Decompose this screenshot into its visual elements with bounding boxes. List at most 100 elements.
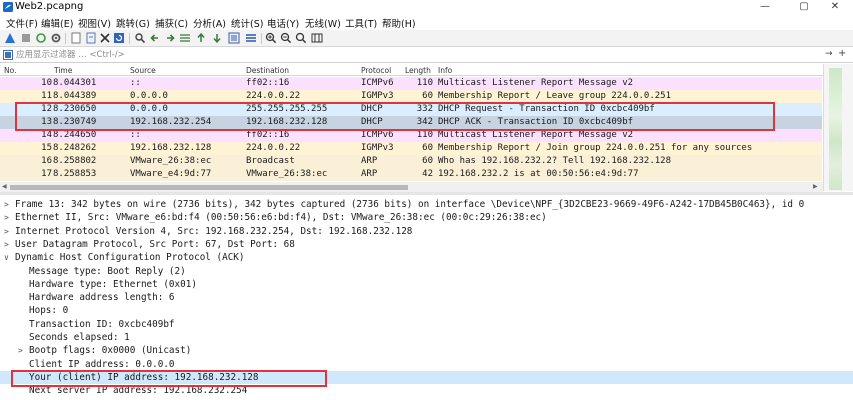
save-file-icon[interactable] [85,32,97,44]
detail-row[interactable]: Hardware address length: 6 [0,291,853,304]
detail-text: Client IP address: 0.0.0.0 [29,358,175,370]
detail-row[interactable]: Next server IP address: 192.168.232.254 [0,384,853,397]
packet-row[interactable]: 11 8.044389 0.0.0.0 224.0.0.22 IGMPv3 60 Membe… [0,90,822,103]
zoom-in-icon[interactable] [265,32,277,44]
menu-analyze[interactable]: 分析(A) [193,16,226,30]
packet-row[interactable]: 12 8.230650 0.0.0.0 255.255.255.255 DHCP 332 D… [0,103,822,116]
close-window-button[interactable]: ✕ [817,0,853,15]
apply-filter-arrow-icon[interactable]: → [825,49,833,59]
packet-row[interactable]: 16 8.258802 VMware_26:38:ec Broadcast ARP 60 W… [0,155,822,168]
expand-arrow-icon[interactable]: > [4,198,9,211]
packet-no: 16 [41,156,52,166]
menu-wireless[interactable]: 无线(W) [305,16,341,30]
detail-row[interactable]: > User Datagram Protocol, Src Port: 67, D… [0,238,853,251]
expand-arrow-icon[interactable]: > [4,211,9,224]
detail-row[interactable]: Your (client) IP address: 192.168.232.12… [0,370,853,384]
packet-list-horizontal-scrollbar[interactable]: ◀ ▶ [0,182,823,192]
close-file-icon[interactable] [99,32,111,44]
packet-info: Multicast Listener Report Message v2 [438,130,634,140]
zoom-out-icon[interactable] [280,32,292,44]
detail-row[interactable]: ∨ Dynamic Host Configuration Protocol (AC… [0,251,853,264]
detail-row[interactable]: Transaction ID: 0xcbc409bf [0,318,853,331]
packet-no: 13 [41,117,52,127]
go-first-icon[interactable] [195,32,207,44]
column-header-no[interactable]: No. [4,66,16,75]
detail-row[interactable]: Seconds elapsed: 1 [0,331,853,344]
open-file-icon[interactable] [70,32,82,44]
column-header-info[interactable]: Info [438,66,452,75]
packet-row[interactable]: 17 8.258853 VMware_e4:9d:77 VMware_26:38:ec… [0,168,822,181]
packet-no: 14 [41,130,52,140]
go-to-packet-icon[interactable] [179,32,191,44]
packet-source: :: [130,78,141,88]
colorize-icon[interactable] [245,32,257,44]
detail-text: Hops: 0 [29,305,69,317]
column-header-length[interactable]: Length [405,66,431,75]
go-forward-icon[interactable] [164,32,176,44]
menu-go[interactable]: 跳转(G) [116,16,150,30]
menu-statistics[interactable]: 统计(S) [231,16,263,30]
detail-text: Dynamic Host Configuration Protocol (ACK… [15,252,245,264]
packet-time: 8.230650 [53,104,97,114]
minimize-button[interactable]: — [747,0,783,15]
detail-row[interactable]: > Bootp flags: 0x0000 (Unicast) [0,344,853,357]
display-filter-input[interactable] [16,49,816,61]
go-last-icon[interactable] [211,32,223,44]
column-header-destination[interactable]: Destination [246,66,289,75]
scroll-left-icon[interactable]: ◀ [2,183,7,190]
packet-no: 10 [41,78,52,88]
packet-length: 60 [422,91,433,101]
restart-icon[interactable] [35,32,47,44]
expand-arrow-icon[interactable]: > [18,344,23,357]
packet-length: 342 [416,117,433,127]
expand-arrow-icon[interactable]: > [4,238,9,251]
menu-file[interactable]: 文件(F) [6,16,38,30]
shark-fin-start-icon[interactable] [4,32,16,44]
reload-icon[interactable] [113,32,125,44]
menu-edit[interactable]: 编辑(E) [41,16,73,30]
column-header-protocol[interactable]: Protocol [361,66,391,75]
expand-arrow-icon[interactable]: > [4,225,9,238]
packet-no: 12 [41,104,52,114]
resize-columns-icon[interactable] [311,32,323,44]
packet-source: 192.168.232.128 [130,143,212,153]
packet-info: Who has 192.168.232.2? Tell 192.168.232.… [438,156,671,166]
detail-text: Frame 13: 342 bytes on wire (2736 bits),… [15,199,805,210]
find-packet-icon[interactable] [134,32,146,44]
add-filter-button[interactable]: + [838,48,846,59]
collapse-arrow-icon[interactable]: ∨ [4,251,9,264]
packet-row[interactable]: 13 8.230749 192.168.232.254 192.168.232.128… [0,116,822,129]
column-header-source[interactable]: Source [130,66,156,75]
go-back-icon[interactable] [149,32,161,44]
packet-row[interactable]: 15 8.248262 192.168.232.128 224.0.0.22 IGMPv… [0,142,822,155]
menu-telephony[interactable]: 电话(Y) [267,16,299,30]
detail-row[interactable]: > Ethernet II, Src: VMware_e6:bd:f4 (00:5… [0,211,853,224]
detail-text: Internet Protocol Version 4, Src: 192.16… [15,225,413,237]
detail-row[interactable]: Client IP address: 0.0.0.0 [0,358,853,371]
menu-capture[interactable]: 捕获(C) [155,16,188,30]
detail-row[interactable]: Hardware type: Ethernet (0x01) [0,278,853,291]
packet-info: Membership Report / Leave group 224.0.0.… [438,91,671,101]
options-gear-icon[interactable] [50,32,62,44]
packet-row[interactable]: 14 8.244650:: ff02::16 ICMPv6 110 Multicast L… [0,129,822,142]
menu-tools[interactable]: 工具(T) [345,16,377,30]
packet-list-minimap[interactable] [829,68,842,190]
scroll-right-icon[interactable]: ▶ [813,183,818,190]
detail-row[interactable]: Message type: Boot Reply (2) [0,265,853,278]
bookmark-filter-icon[interactable] [3,50,13,60]
stop-icon[interactable] [20,32,32,44]
packet-row[interactable]: 10 8.044301:: ff02::16 ICMPv6 110 Multicast L… [0,77,822,90]
detail-row[interactable]: Hops: 0 [0,304,853,317]
packet-no: 11 [41,91,52,101]
detail-row[interactable]: > Internet Protocol Version 4, Src: 192.1… [0,225,853,238]
zoom-normal-icon[interactable] [295,32,307,44]
packet-destination: VMware_26:38:ec [246,169,328,179]
detail-text: Seconds elapsed: 1 [29,332,130,343]
packet-details-tree: > Frame 13: 342 bytes on wire (2736 bits)… [0,195,853,400]
autoscroll-icon[interactable] [228,32,240,44]
menu-view[interactable]: 视图(V) [78,16,111,30]
column-header-time[interactable]: Time [54,66,72,75]
menu-help[interactable]: 帮助(H) [382,16,416,30]
detail-row[interactable]: > Frame 13: 342 bytes on wire (2736 bits)… [0,198,853,211]
horizontal-scroll-thumb[interactable] [10,185,408,190]
